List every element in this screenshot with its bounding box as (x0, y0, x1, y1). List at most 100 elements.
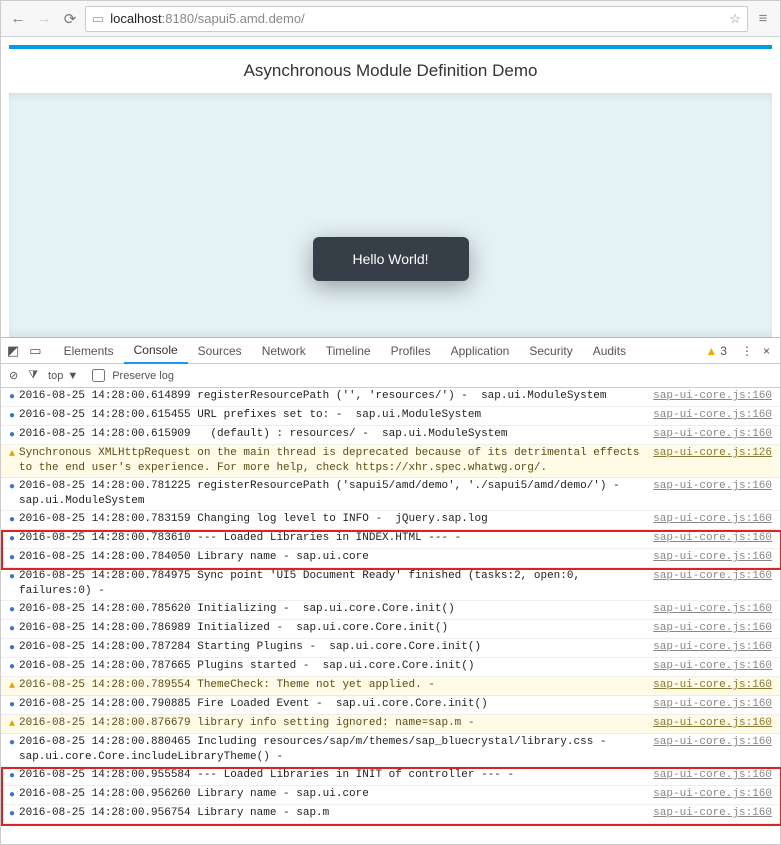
log-message: 2016-08-25 14:28:00.786989 Initialized -… (19, 621, 653, 636)
info-icon: ● (5, 769, 19, 784)
info-icon: ● (5, 570, 19, 585)
info-icon: ● (5, 622, 19, 637)
log-row: ▲2016-08-25 14:28:00.876679 library info… (1, 715, 780, 734)
log-row: ●2016-08-25 14:28:00.783159 Changing log… (1, 511, 780, 530)
log-source-link[interactable]: sap-ui-core.js:160 (653, 716, 772, 731)
warnings-badge[interactable]: ▲ 3 (705, 344, 735, 358)
tab-audits[interactable]: Audits (583, 338, 636, 364)
log-message: 2016-08-25 14:28:00.783610 --- Loaded Li… (19, 531, 653, 546)
log-message: 2016-08-25 14:28:00.787284 Starting Plug… (19, 640, 653, 655)
info-icon: ● (5, 603, 19, 618)
log-row: ●2016-08-25 14:28:00.615455 URL prefixes… (1, 407, 780, 426)
log-source-link[interactable]: sap-ui-core.js:160 (653, 768, 772, 783)
log-message: 2016-08-25 14:28:00.955584 --- Loaded Li… (19, 768, 653, 783)
devtools-tabs: ◩ ▭ ElementsConsoleSourcesNetworkTimelin… (1, 338, 780, 364)
page-icon: ▭ (92, 11, 104, 27)
page-title: Asynchronous Module Definition Demo (9, 49, 772, 93)
warning-icon: ▲ (5, 447, 19, 462)
log-row: ●2016-08-25 14:28:00.880465 Including re… (1, 734, 780, 767)
log-row: ●2016-08-25 14:28:00.787284 Starting Plu… (1, 639, 780, 658)
device-icon[interactable]: ▭ (29, 343, 41, 359)
log-message: 2016-08-25 14:28:00.956260 Library name … (19, 787, 653, 802)
log-message: 2016-08-25 14:28:00.876679 library info … (19, 716, 653, 731)
info-icon: ● (5, 513, 19, 528)
log-source-link[interactable]: sap-ui-core.js:160 (653, 569, 772, 584)
log-message: 2016-08-25 14:28:00.614899 registerResou… (19, 389, 653, 404)
tab-application[interactable]: Application (441, 338, 520, 364)
context-selector[interactable]: top▼ (48, 370, 78, 382)
log-source-link[interactable]: sap-ui-core.js:160 (653, 735, 772, 750)
close-icon[interactable]: × (759, 344, 774, 358)
info-icon: ● (5, 736, 19, 751)
log-row: ●2016-08-25 14:28:00.614899 registerReso… (1, 388, 780, 407)
bookmark-icon[interactable]: ☆ (729, 11, 741, 27)
back-button[interactable]: ← (7, 8, 29, 30)
tab-security[interactable]: Security (519, 338, 582, 364)
log-message: 2016-08-25 14:28:00.615455 URL prefixes … (19, 408, 653, 423)
devtools-panel: ◩ ▭ ElementsConsoleSourcesNetworkTimelin… (1, 337, 780, 824)
log-message: 2016-08-25 14:28:00.784050 Library name … (19, 550, 653, 565)
page-viewport: Asynchronous Module Definition Demo Hell… (1, 37, 780, 337)
log-source-link[interactable]: sap-ui-core.js:160 (653, 550, 772, 565)
filter-icon[interactable]: ⧩ (28, 369, 38, 382)
warning-icon: ▲ (705, 344, 717, 358)
info-icon: ● (5, 480, 19, 495)
preserve-log-input[interactable] (92, 369, 105, 382)
log-row: ●2016-08-25 14:28:00.784975 Sync point '… (1, 568, 780, 601)
menu-button[interactable]: ≡ (752, 8, 774, 30)
log-row: ●2016-08-25 14:28:00.784050 Library name… (1, 549, 780, 568)
preserve-log-checkbox[interactable]: Preserve log (88, 366, 174, 385)
log-row: ●2016-08-25 14:28:00.790885 Fire Loaded … (1, 696, 780, 715)
log-source-link[interactable]: sap-ui-core.js:160 (653, 806, 772, 821)
tab-profiles[interactable]: Profiles (381, 338, 441, 364)
log-message: Synchronous XMLHttpRequest on the main t… (19, 446, 653, 476)
log-source-link[interactable]: sap-ui-core.js:160 (653, 659, 772, 674)
address-bar[interactable]: ▭ localhost:8180/sapui5.amd.demo/ ☆ (85, 6, 748, 32)
log-row: ●2016-08-25 14:28:00.956754 Library name… (1, 805, 780, 824)
log-source-link[interactable]: sap-ui-core.js:160 (653, 531, 772, 546)
log-source-link[interactable]: sap-ui-core.js:160 (653, 479, 772, 494)
tab-timeline[interactable]: Timeline (316, 338, 381, 364)
log-source-link[interactable]: sap-ui-core.js:160 (653, 389, 772, 404)
log-message: 2016-08-25 14:28:00.783159 Changing log … (19, 512, 653, 527)
log-row: ▲2016-08-25 14:28:00.789554 ThemeCheck: … (1, 677, 780, 696)
log-source-link[interactable]: sap-ui-core.js:160 (653, 678, 772, 693)
info-icon: ● (5, 660, 19, 675)
more-icon[interactable]: ⋮ (735, 344, 759, 358)
log-source-link[interactable]: sap-ui-core.js:160 (653, 408, 772, 423)
log-message: 2016-08-25 14:28:00.789554 ThemeCheck: T… (19, 678, 653, 693)
info-icon: ● (5, 532, 19, 547)
info-icon: ● (5, 551, 19, 566)
log-source-link[interactable]: sap-ui-core.js:160 (653, 787, 772, 802)
tab-console[interactable]: Console (124, 338, 188, 364)
tab-network[interactable]: Network (252, 338, 316, 364)
warning-icon: ▲ (5, 717, 19, 732)
log-message: 2016-08-25 14:28:00.615909 (default) : r… (19, 427, 653, 442)
clear-console-icon[interactable]: ⊘ (9, 369, 18, 382)
log-row: ●2016-08-25 14:28:00.786989 Initialized … (1, 620, 780, 639)
log-source-link[interactable]: sap-ui-core.js:160 (653, 602, 772, 617)
browser-toolbar: ← → ⟳ ▭ localhost:8180/sapui5.amd.demo/ … (1, 1, 780, 37)
log-source-link[interactable]: sap-ui-core.js:160 (653, 512, 772, 527)
log-message: 2016-08-25 14:28:00.880465 Including res… (19, 735, 653, 765)
log-source-link[interactable]: sap-ui-core.js:160 (653, 697, 772, 712)
console-log-list: ●2016-08-25 14:28:00.614899 registerReso… (1, 388, 780, 824)
hello-button[interactable]: Hello World! (313, 237, 469, 281)
tab-elements[interactable]: Elements (54, 338, 124, 364)
log-source-link[interactable]: sap-ui-core.js:126 (653, 446, 772, 461)
log-message: 2016-08-25 14:28:00.956754 Library name … (19, 806, 653, 821)
log-source-link[interactable]: sap-ui-core.js:160 (653, 640, 772, 655)
tab-sources[interactable]: Sources (188, 338, 252, 364)
inspect-icon[interactable]: ◩ (7, 343, 19, 359)
log-row: ●2016-08-25 14:28:00.956260 Library name… (1, 786, 780, 805)
app-stage: Hello World! (9, 93, 772, 337)
forward-button[interactable]: → (33, 8, 55, 30)
info-icon: ● (5, 390, 19, 405)
log-source-link[interactable]: sap-ui-core.js:160 (653, 427, 772, 442)
log-row: ▲Synchronous XMLHttpRequest on the main … (1, 445, 780, 478)
reload-button[interactable]: ⟳ (59, 8, 81, 30)
log-message: 2016-08-25 14:28:00.785620 Initializing … (19, 602, 653, 617)
info-icon: ● (5, 641, 19, 656)
log-source-link[interactable]: sap-ui-core.js:160 (653, 621, 772, 636)
info-icon: ● (5, 698, 19, 713)
